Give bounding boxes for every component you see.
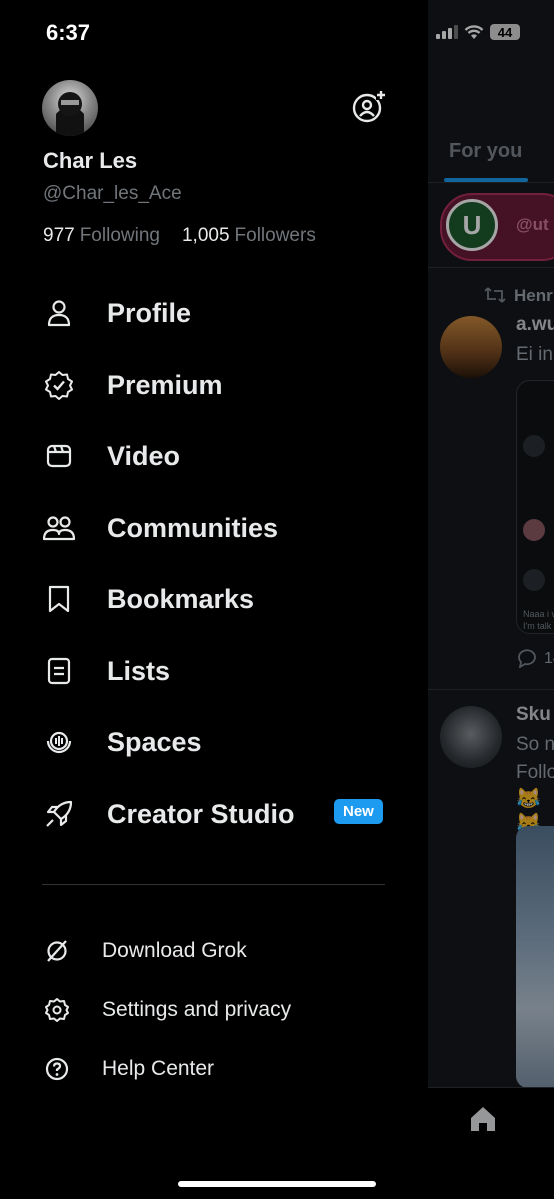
post-text: Follo xyxy=(516,762,554,783)
post-author-avatar[interactable] xyxy=(440,316,502,378)
nav-item-help-center[interactable]: Help Center xyxy=(42,1049,392,1089)
nav-label: Lists xyxy=(107,655,171,686)
profile-avatar[interactable] xyxy=(42,80,98,136)
divider xyxy=(428,689,554,690)
masked-figure-image xyxy=(56,92,84,136)
retweet-icon xyxy=(484,287,506,303)
bottom-tab-bar xyxy=(428,1087,554,1199)
home-icon[interactable] xyxy=(468,1104,498,1134)
post-author-name[interactable]: a.wu xyxy=(516,314,554,336)
nav-label: Communities xyxy=(107,512,279,543)
reply-icon[interactable] xyxy=(516,648,538,668)
list-icon xyxy=(42,654,76,688)
nav-label: Creator Studio xyxy=(107,798,295,829)
help-icon xyxy=(42,1054,72,1084)
following-count[interactable]: 977 xyxy=(43,225,75,247)
nav-label: Premium xyxy=(107,369,223,400)
post-media-image[interactable] xyxy=(516,826,554,1088)
status-icons: 44 xyxy=(436,24,520,40)
verified-badge-icon xyxy=(42,368,76,402)
divider xyxy=(428,182,554,183)
quoted-text: Naaa i v xyxy=(523,609,554,619)
bookmark-icon xyxy=(42,582,76,616)
gear-icon xyxy=(42,995,72,1025)
avatar xyxy=(523,435,545,457)
tab-for-you[interactable]: For you xyxy=(449,140,522,163)
home-indicator[interactable] xyxy=(178,1181,376,1187)
nav-item-spaces[interactable]: Spaces xyxy=(42,717,392,767)
live-space-banner[interactable]: U @ut xyxy=(440,193,554,261)
nav-label: Settings and privacy xyxy=(102,998,292,1021)
video-icon xyxy=(42,439,76,473)
nav-label: Download Grok xyxy=(102,939,247,962)
add-account-icon[interactable] xyxy=(352,90,386,124)
nav-item-download-grok[interactable]: Download Grok xyxy=(42,931,392,971)
battery-indicator: 44 xyxy=(490,24,520,40)
reply-count: 14 xyxy=(544,650,554,667)
followers-label[interactable]: Followers xyxy=(235,225,316,247)
quoted-post-card[interactable]: Naaa i v I'm talk xyxy=(516,380,554,634)
post-author-avatar[interactable] xyxy=(440,706,502,768)
nav-item-creator-studio[interactable]: Creator Studio New xyxy=(42,789,392,839)
nav-label: Help Center xyxy=(102,1057,215,1080)
space-host-avatar: U xyxy=(446,199,498,251)
divider xyxy=(428,267,554,268)
retweet-label: Henr xyxy=(514,286,553,305)
nav-item-lists[interactable]: Lists xyxy=(42,646,392,696)
nav-label: Bookmarks xyxy=(107,583,255,614)
profile-handle: @Char_les_Ace xyxy=(43,183,182,204)
quoted-text: I'm talk xyxy=(523,621,552,631)
profile-name[interactable]: Char Les xyxy=(43,148,137,174)
new-badge: New xyxy=(334,799,383,824)
nav-item-communities[interactable]: Communities xyxy=(42,503,392,553)
home-feed-peek[interactable]: 44 For you U @ut Henr a.wu Ei in Naaa i … xyxy=(428,0,554,1199)
person-icon xyxy=(42,296,76,330)
cellular-signal-icon xyxy=(436,25,458,39)
post-author-name[interactable]: Sku xyxy=(516,704,551,726)
side-navigation-drawer: 6:37 Char Les @Char_les_Ace 977 Followin… xyxy=(0,0,428,1199)
avatar xyxy=(523,519,545,541)
nav-label: Profile xyxy=(107,297,192,328)
nav-item-bookmarks[interactable]: Bookmarks xyxy=(42,574,392,624)
nav-item-video[interactable]: Video xyxy=(42,431,392,481)
grok-icon xyxy=(42,936,72,966)
status-time: 6:37 xyxy=(46,20,91,45)
nav-item-profile[interactable]: Profile xyxy=(42,288,392,338)
nav-item-settings-privacy[interactable]: Settings and privacy xyxy=(42,990,392,1030)
nav-item-premium[interactable]: Premium xyxy=(42,360,392,410)
space-host-handle: @ut xyxy=(516,215,549,234)
wifi-icon xyxy=(464,24,484,39)
post-text: Ei in xyxy=(516,344,553,365)
rocket-icon xyxy=(42,797,76,831)
nav-divider xyxy=(42,884,385,885)
follow-stats: 977 Following 1,005 Followers xyxy=(43,225,316,247)
followers-count[interactable]: 1,005 xyxy=(182,225,230,247)
people-icon xyxy=(42,511,76,545)
spaces-icon xyxy=(42,725,76,759)
nav-label: Video xyxy=(107,440,181,471)
avatar xyxy=(523,569,545,591)
following-label[interactable]: Following xyxy=(80,225,160,247)
nav-label: Spaces xyxy=(107,726,202,757)
post-text: So n xyxy=(516,734,554,755)
